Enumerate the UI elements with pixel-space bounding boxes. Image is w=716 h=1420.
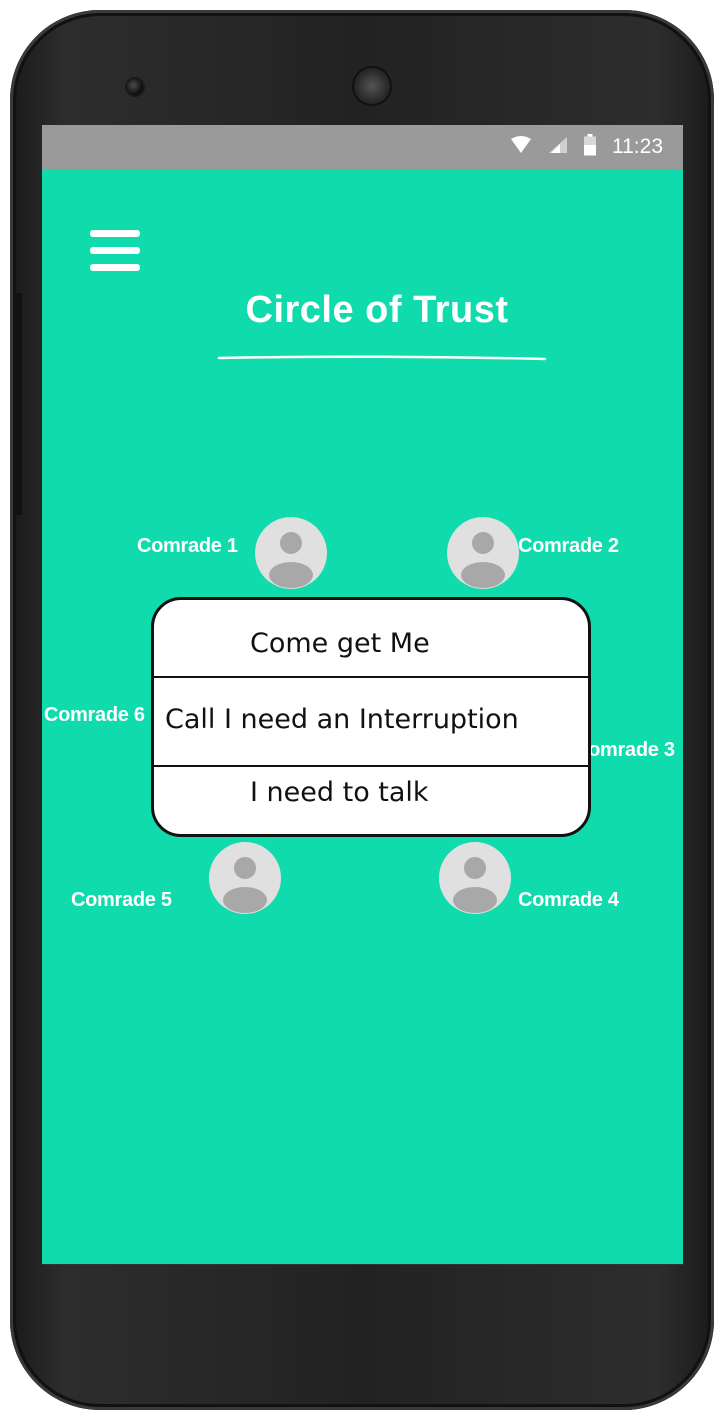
option-call-interruption[interactable]: Call I need an Interruption [165,704,585,735]
option-come-get-me[interactable]: Come get Me [250,628,580,659]
menu-line-middle [90,247,140,254]
status-icons: 11:23 [510,125,663,169]
option-need-to-talk[interactable]: I need to talk [250,777,580,808]
signal-icon [548,136,568,159]
app-screen: 11:23 Circle of Trust Comrade 1 Comrade … [42,125,683,1264]
earpiece-speaker [354,68,390,104]
comrade-label: Comrade 1 [137,535,238,557]
popup-divider [154,765,588,767]
hamburger-menu-icon[interactable] [90,230,142,272]
menu-line-top [90,230,140,237]
menu-line-bottom [90,264,140,271]
page-title: Circle of Trust [245,289,509,331]
side-volume-button [13,293,22,515]
comrade-label: Comrade 4 [518,889,619,911]
status-bar: 11:23 [42,125,683,169]
avatar-icon [209,842,281,914]
popup-divider [154,676,588,678]
comrade-label: Comrade 2 [518,535,619,557]
title-underline [217,355,547,361]
front-camera [127,79,143,95]
status-time: 11:23 [612,135,663,158]
wifi-icon [510,135,532,159]
alert-options-popup: Come get Me Call I need an Interruption … [151,597,591,837]
screen-bottom-edge [42,1264,683,1265]
avatar-icon [255,517,327,589]
battery-icon [584,133,596,161]
avatar-icon [439,842,511,914]
comrade-label: Comrade 6 [44,704,145,726]
avatar-icon [447,517,519,589]
comrade-label: Comrade 5 [71,889,172,911]
